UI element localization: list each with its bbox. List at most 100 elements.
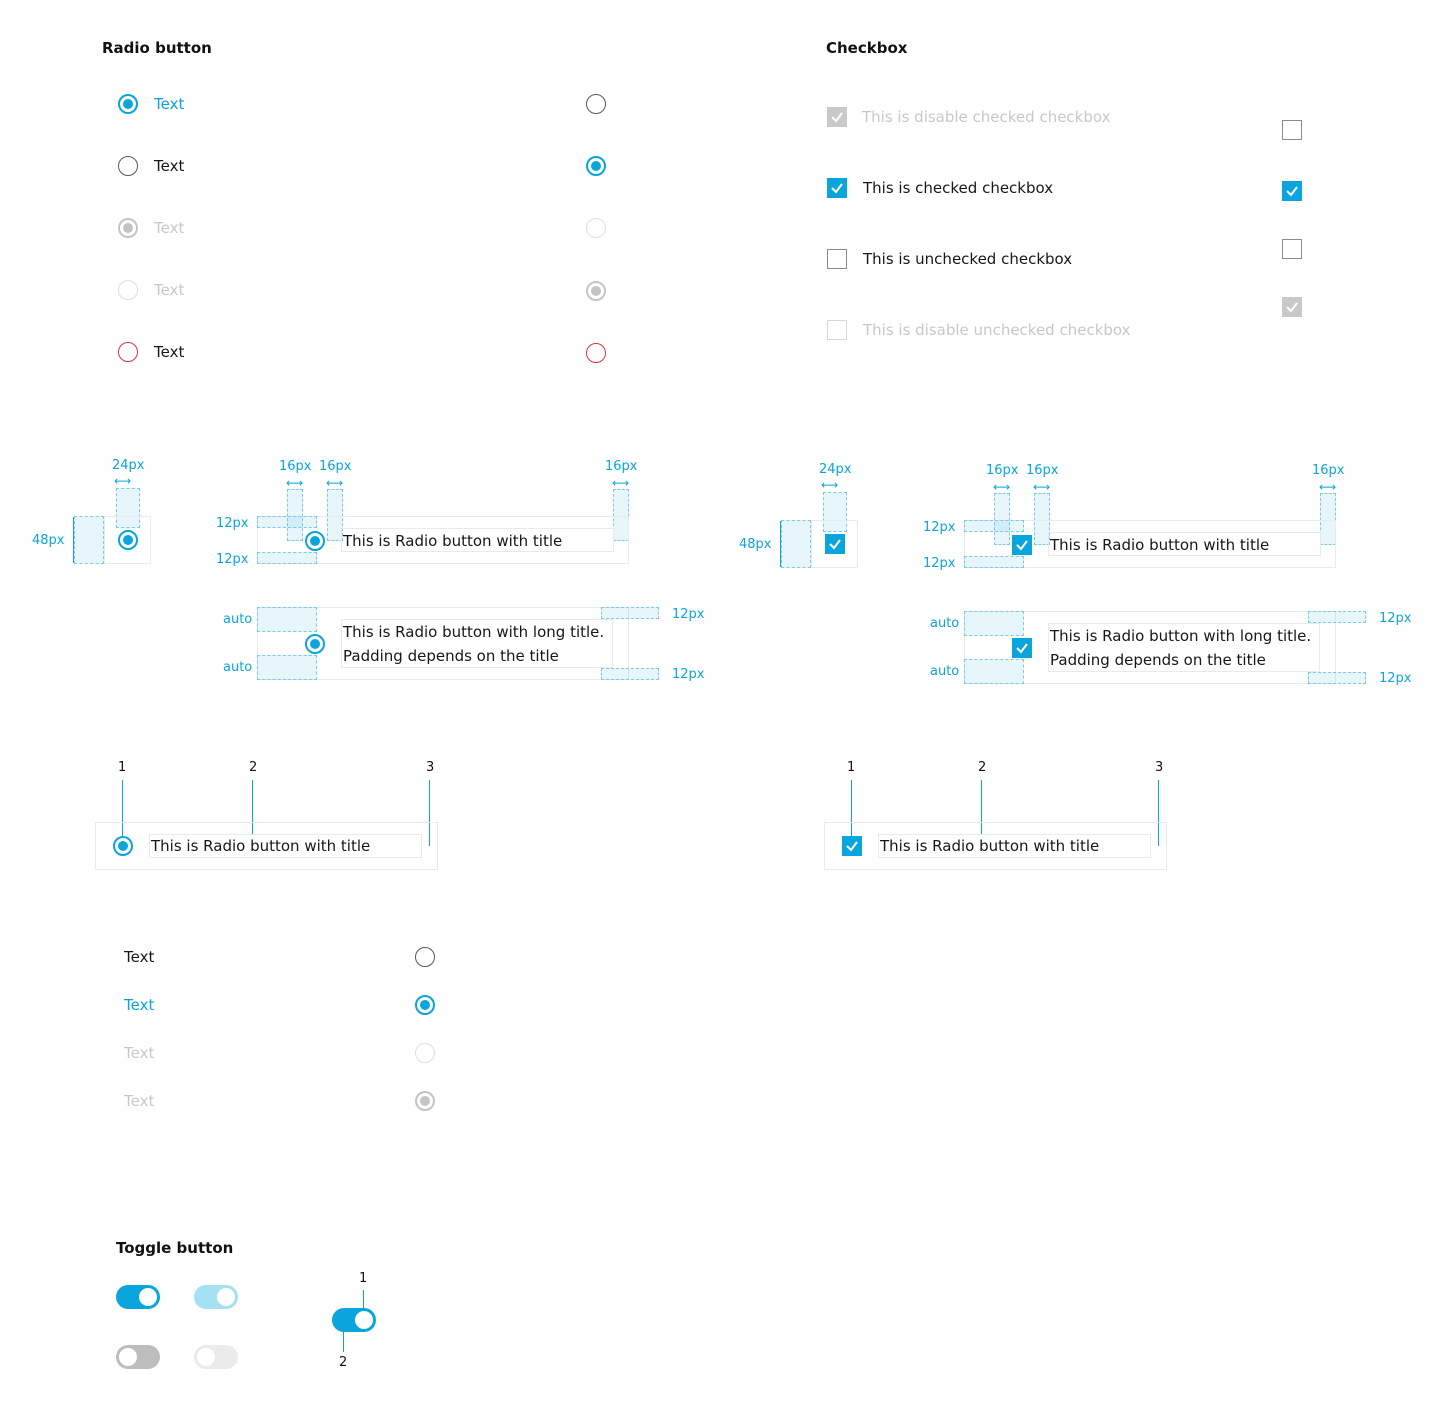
radio-checked[interactable]: [305, 531, 325, 551]
dim-label: 16px: [319, 459, 352, 474]
radio-label: Text: [154, 157, 185, 175]
radio-label: Text: [154, 219, 185, 237]
toggle-off[interactable]: [116, 1345, 160, 1369]
radio-label: Text: [124, 1044, 155, 1062]
radio-checked[interactable]: [118, 94, 138, 114]
dim-label: auto: [930, 616, 960, 631]
toggle-section-title: Toggle button: [116, 1239, 234, 1257]
radio-checked[interactable]: [113, 836, 133, 856]
toggle-knob: [355, 1311, 373, 1329]
radio-checked[interactable]: [118, 530, 138, 550]
arrow-horizontal-icon: ⟷: [612, 476, 630, 490]
dim-label: auto: [223, 660, 253, 675]
check-icon: [1286, 302, 1298, 313]
padding-guide: [964, 611, 1024, 636]
anatomy-number: 3: [426, 760, 435, 775]
radio-checked[interactable]: [305, 634, 325, 654]
anatomy-number: 3: [1155, 760, 1164, 775]
checkbox-label: This is disable unchecked checkbox: [863, 321, 1131, 339]
checkbox-unchecked[interactable]: [1282, 239, 1302, 259]
radio-title: This is Radio button with title: [151, 837, 371, 855]
dim-label: 12px: [1379, 611, 1412, 626]
arrow-horizontal-icon: ⟷: [1033, 480, 1051, 494]
padding-guide: [257, 655, 317, 680]
radio-title: This is Radio button with title: [343, 532, 563, 550]
radio-checked[interactable]: [586, 156, 606, 176]
dimension-line: [780, 521, 781, 567]
anatomy-number: 2: [978, 760, 987, 775]
arrow-horizontal-icon: ⟷: [286, 476, 304, 490]
padding-guide: [1308, 672, 1366, 684]
toggle-on[interactable]: [116, 1285, 160, 1309]
padding-guide: [257, 516, 317, 528]
arrow-horizontal-icon: ⟷: [993, 480, 1011, 494]
toggle-knob: [217, 1288, 235, 1306]
radio-label: Text: [124, 996, 155, 1014]
checkbox-disabled-checked: [827, 107, 847, 127]
checkbox-label: This is unchecked checkbox: [863, 250, 1073, 268]
radio-disabled-checked: [586, 281, 606, 301]
checkbox-checked[interactable]: [1012, 535, 1032, 555]
checkbox-checked[interactable]: [825, 534, 845, 554]
padding-guide: [601, 668, 659, 680]
check-icon: [831, 183, 843, 194]
check-icon: [846, 841, 858, 852]
check-icon: [1016, 643, 1028, 654]
checkbox-label: This is disable checked checkbox: [862, 108, 1111, 126]
checkbox-unchecked[interactable]: [827, 249, 847, 269]
radio-error[interactable]: [586, 343, 606, 363]
radio-unchecked[interactable]: [586, 94, 606, 114]
radio-label: Text: [124, 948, 155, 966]
dim-label: 12px: [672, 667, 705, 682]
toggle-on[interactable]: [332, 1308, 376, 1332]
check-icon: [1286, 186, 1298, 197]
padding-guide: [257, 552, 317, 564]
radio-disabled-checked: [118, 218, 138, 238]
dim-label: 12px: [216, 552, 249, 567]
radio-label: Text: [124, 1092, 155, 1110]
dim-label: 12px: [672, 607, 705, 622]
padding-guide: [781, 520, 811, 568]
dim-label: 12px: [923, 556, 956, 571]
check-icon: [831, 112, 843, 123]
dim-label: auto: [930, 664, 960, 679]
padding-guide: [74, 516, 104, 564]
radio-unchecked[interactable]: [118, 156, 138, 176]
checkbox-checked[interactable]: [1012, 638, 1032, 658]
radio-title-line-1: This is Radio button with long title.: [343, 623, 605, 641]
radio-label: Text: [154, 281, 185, 299]
padding-guide: [1308, 611, 1366, 623]
dim-label: 16px: [279, 459, 312, 474]
radio-unchecked[interactable]: [415, 947, 435, 967]
checkbox-unchecked[interactable]: [1282, 120, 1302, 140]
checkbox-disabled-checked: [1282, 297, 1302, 317]
dim-label: 48px: [32, 533, 65, 548]
checkbox-title-line-1: This is Radio button with long title.: [1050, 627, 1312, 645]
checkbox-checked[interactable]: [842, 836, 862, 856]
checkbox-checked[interactable]: [1282, 181, 1302, 201]
radio-disabled-checked: [415, 1091, 435, 1111]
radio-error[interactable]: [118, 342, 138, 362]
anatomy-number: 1: [118, 760, 127, 775]
arrow-horizontal-icon: ⟷: [114, 474, 132, 488]
dim-label: 24px: [819, 462, 852, 477]
dim-label: 12px: [1379, 671, 1412, 686]
toggle-disabled-off: [194, 1345, 238, 1369]
radio-title-line-2: Padding depends on the title: [343, 647, 559, 665]
dim-label: 16px: [1026, 463, 1059, 478]
radio-checked[interactable]: [415, 995, 435, 1015]
checkbox-title: This is Radio button with title: [1050, 536, 1270, 554]
dimension-line: [73, 517, 74, 563]
padding-guide: [257, 607, 317, 632]
padding-guide: [601, 607, 659, 619]
anatomy-pointer: [343, 1330, 344, 1352]
checkbox-section-title: Checkbox: [826, 39, 908, 57]
anatomy-number: 2: [339, 1355, 348, 1370]
toggle-knob: [197, 1348, 215, 1366]
padding-guide: [964, 659, 1024, 684]
padding-guide: [964, 520, 1024, 532]
checkbox-checked[interactable]: [827, 178, 847, 198]
toggle-knob: [139, 1288, 157, 1306]
radio-section-title: Radio button: [102, 39, 212, 57]
check-icon: [1016, 540, 1028, 551]
